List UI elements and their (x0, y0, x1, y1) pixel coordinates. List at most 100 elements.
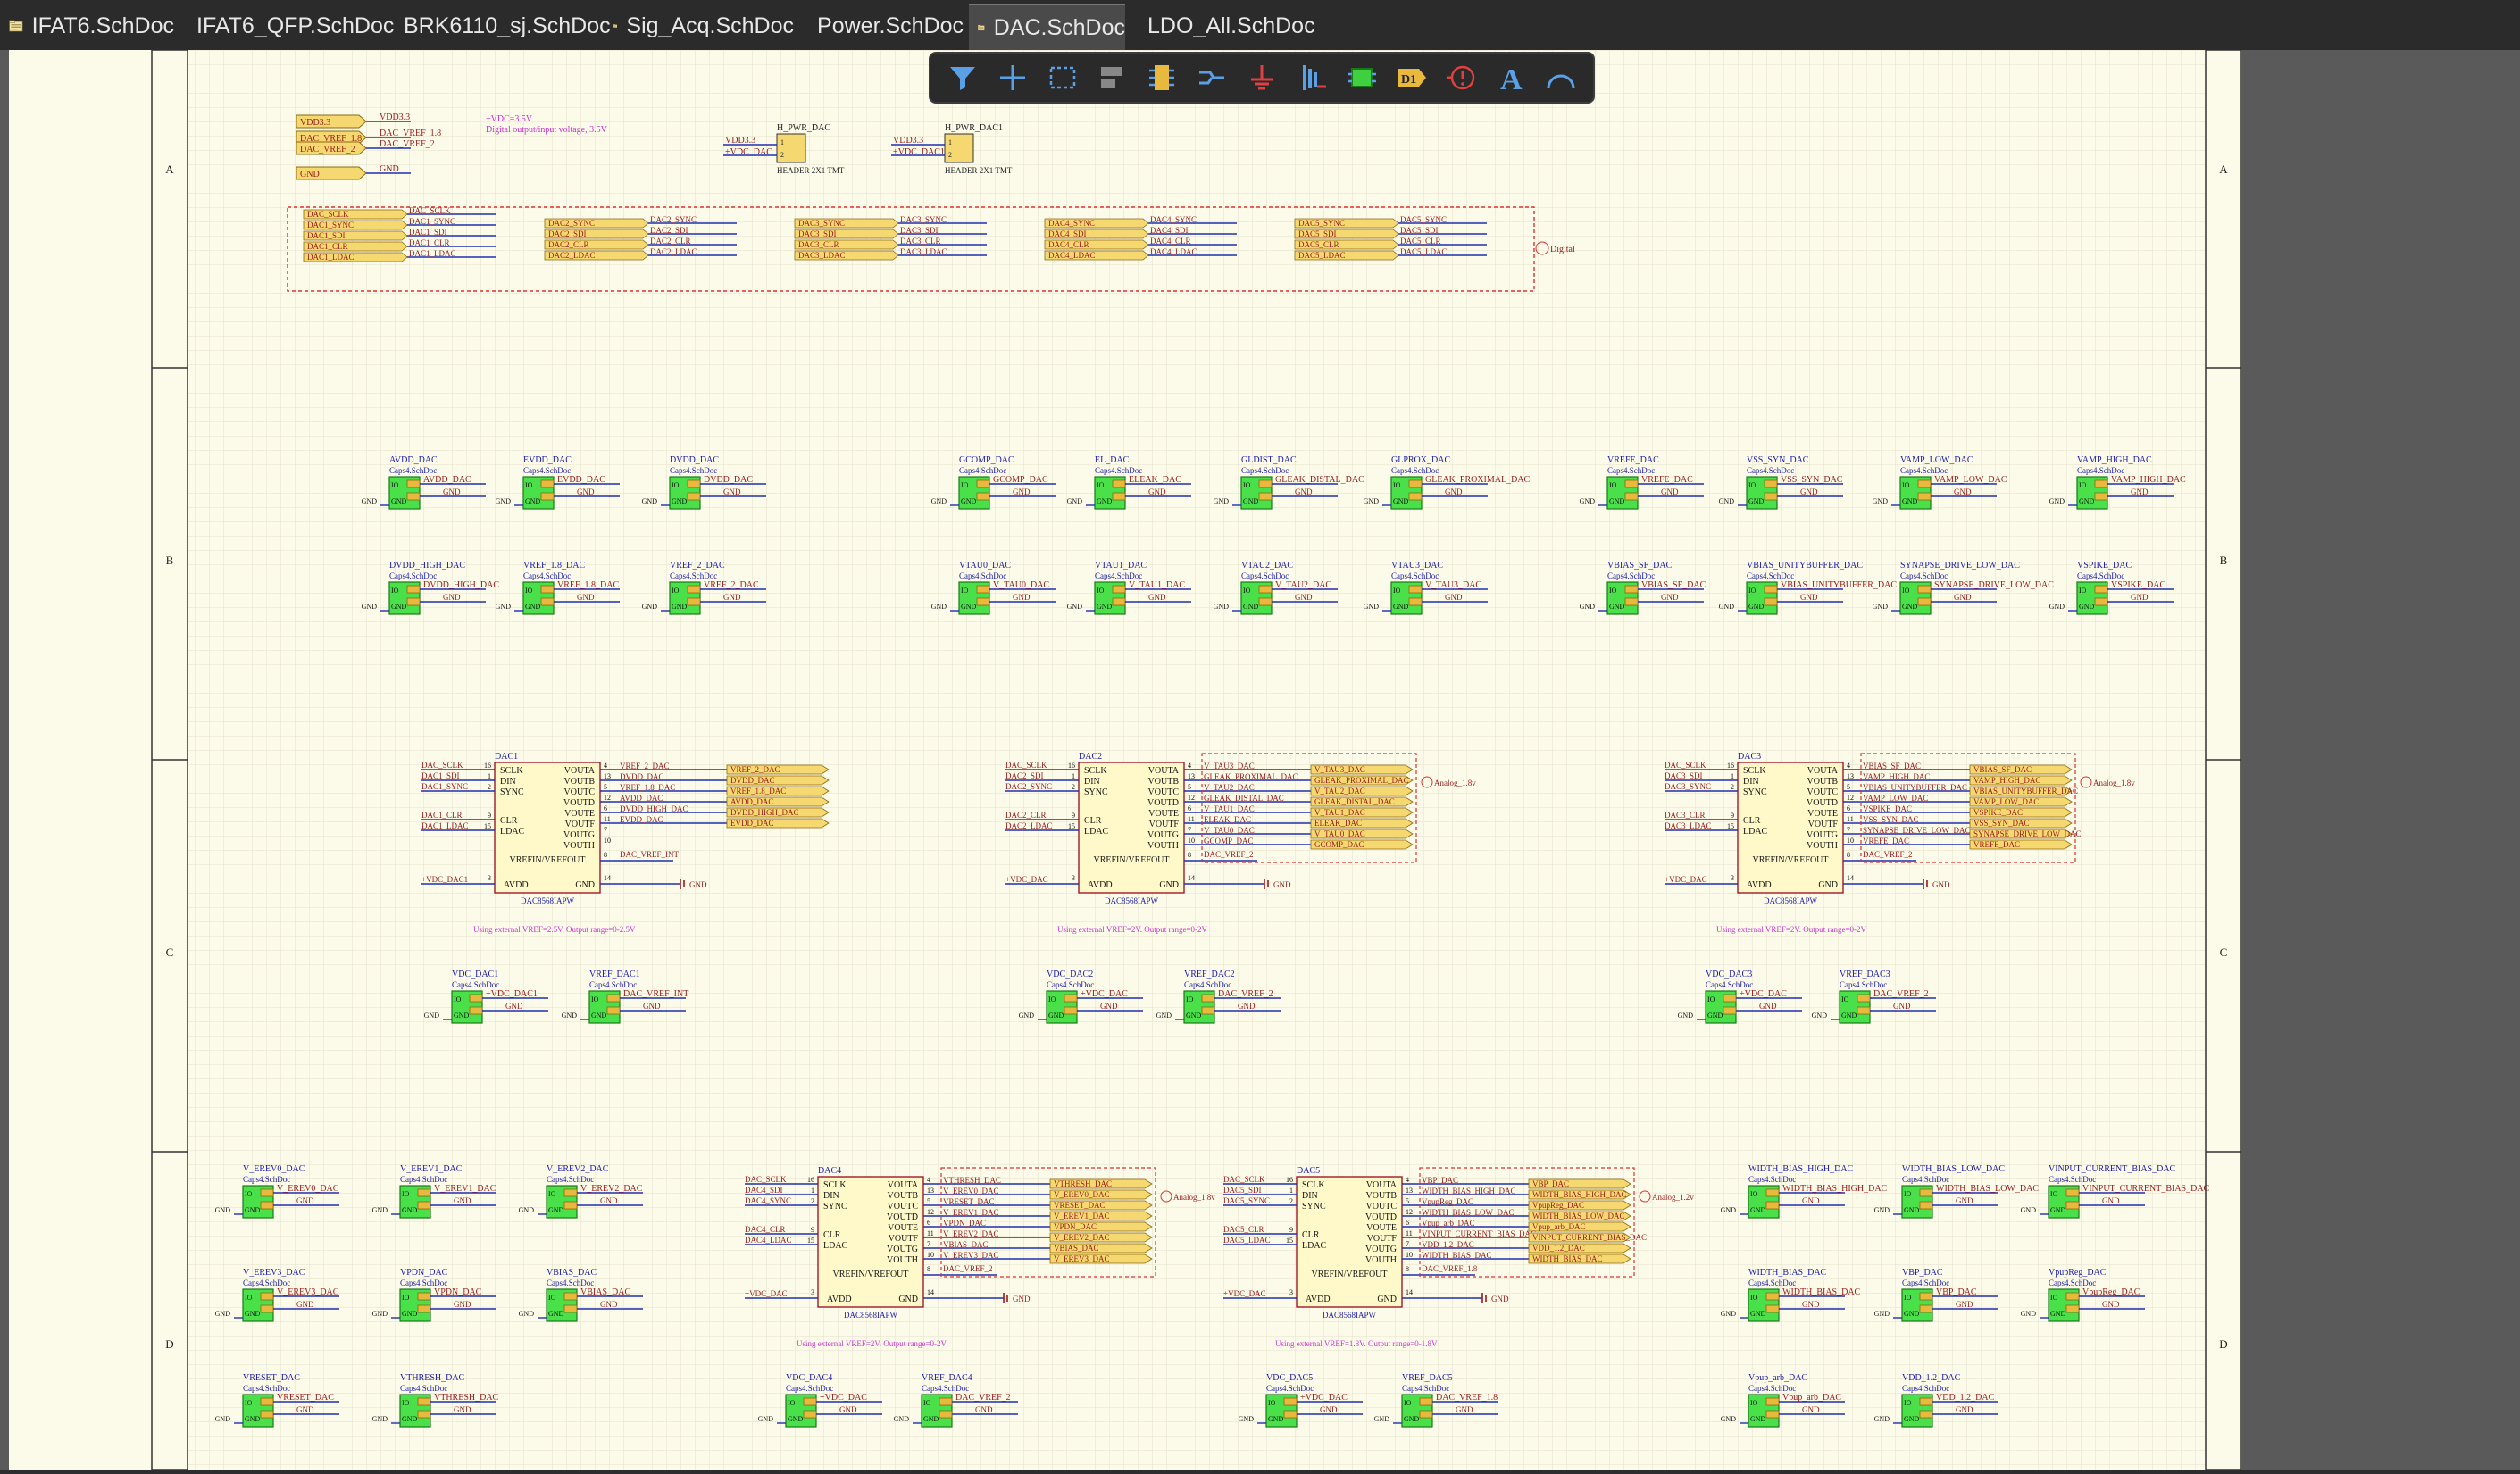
pin-label: GND (1721, 1415, 1737, 1423)
pin-number: 12 (1406, 1208, 1413, 1216)
net-label: V_EREV1_DAC (434, 1184, 496, 1194)
pin-label: GND (215, 1415, 231, 1423)
select-rect-button[interactable] (1045, 60, 1081, 96)
cap-filename: Caps4.SchDoc (1900, 571, 1948, 580)
schematic-sheet[interactable]: AABBCCDDVDD3.3VDD3.3DAC_VREF_1.8DAC_VREF… (9, 50, 2509, 1470)
net-label: GND (723, 487, 741, 496)
port-label: DAC5_CLR (1298, 240, 1339, 249)
sheet-entry (407, 493, 420, 500)
cap-filename: Caps4.SchDoc (1748, 1175, 1796, 1184)
net-label: DAC1_CLR (409, 238, 450, 247)
pin-name: VOUTB (1366, 1191, 1398, 1201)
net-label: GND (1295, 593, 1313, 602)
filter-button[interactable] (945, 60, 980, 96)
net-label: V_EREV1_DAC (943, 1208, 999, 1217)
pin-number: 5 (1406, 1197, 1409, 1205)
port-label: VSPIKE_DAC (1973, 808, 2023, 817)
schematic-drawing: AABBCCDDVDD3.3VDD3.3DAC_VREF_1.8DAC_VREF… (9, 50, 2509, 1470)
pin-label: IO (1393, 481, 1401, 489)
port-label: V_EREV2_DAC (1054, 1233, 1110, 1242)
crosshair-button[interactable] (995, 60, 1031, 96)
svg-text:A: A (1500, 63, 1523, 96)
component-button[interactable] (1144, 60, 1180, 96)
port-label: VSS_SYN_DAC (1973, 819, 2030, 828)
net-label: DVDD_DAC (704, 475, 753, 485)
text-button[interactable]: A (1493, 60, 1529, 96)
arc-button[interactable] (1543, 60, 1579, 96)
wire-button[interactable] (1194, 60, 1230, 96)
port-label: GLEAK_PROXIMAL_DAC (1314, 776, 1409, 785)
cap-designator: VINPUT_CURRENT_BIAS_DAC (2049, 1164, 2176, 1174)
port-button[interactable] (1443, 60, 1479, 96)
tab-power-schdoc[interactable]: Power.SchDoc (799, 4, 964, 48)
net-label: DAC_VREF_2 (380, 139, 435, 149)
pin-number: 12 (927, 1208, 934, 1216)
net-label: +VDC_DAC (1300, 1393, 1348, 1403)
align-button[interactable] (1094, 60, 1130, 96)
cap-designator: VREF_1.8_DAC (523, 561, 586, 570)
cap-designator: VREF_DAC3 (1840, 970, 1890, 979)
net-label: DAC3_SYNC (1665, 782, 1711, 791)
tab-ifat6-schdoc[interactable]: IFAT6.SchDoc (0, 4, 174, 48)
net-label: GND (1013, 487, 1031, 496)
sheet-entry (1202, 995, 1214, 1002)
pin-label: IO (2050, 1190, 2058, 1198)
pin-number: 15 (807, 1237, 814, 1245)
pin-number: 6 (1847, 804, 1850, 812)
group-label: Analog_1.2v (1652, 1193, 1694, 1202)
pin-number: 4 (1847, 762, 1850, 770)
sheet-entry (1409, 493, 1422, 500)
tab-brk6110-sj-schdoc[interactable]: BRK6110_sj.SchDoc (386, 4, 600, 48)
pin-label: GND (362, 603, 378, 611)
pin-name: AVDD (1306, 1295, 1331, 1304)
tab-ifat6-qfp-schdoc[interactable]: IFAT6_QFP.SchDoc (179, 4, 384, 48)
port-icon (1443, 60, 1479, 96)
net-label: GND (1491, 1295, 1509, 1303)
net-label: VBIAS_DAC (943, 1240, 989, 1249)
sheet-entry (1113, 598, 1125, 605)
pin-label: IO (548, 1190, 556, 1198)
net-label: DAC3_SDI (900, 226, 939, 235)
pin-label: IO (1186, 995, 1194, 1003)
tab-ldo-all-schdoc[interactable]: LDO_All.SchDoc (1130, 4, 1308, 48)
pin-label: IO (1750, 1399, 1758, 1407)
net-label-button[interactable]: D1 (1394, 60, 1430, 96)
cap-filename: Caps4.SchDoc (1840, 980, 1887, 989)
tab-sig-acq-schdoc[interactable]: Sig_Acq.SchDoc (605, 4, 794, 48)
net-label: GND (689, 880, 707, 889)
tab-dac-schdoc[interactable]: DAC.SchDoc (969, 4, 1125, 50)
cap-filename: Caps4.SchDoc (523, 466, 571, 475)
ground-button[interactable] (1244, 60, 1280, 96)
pin-label: IO (1707, 995, 1715, 1003)
port-label: VBIAS_DAC (1054, 1244, 1099, 1253)
pin-label: IO (1609, 481, 1617, 489)
port-label: DAC5_SDI (1298, 229, 1337, 238)
pin-label: IO (1048, 995, 1056, 1003)
net-label: DVDD_HIGH_DAC (423, 580, 499, 590)
schematic-canvas[interactable]: AABBCCDDVDD3.3VDD3.3DAC_VREF_1.8DAC_VREF… (0, 50, 2520, 1470)
net-label: GND (443, 487, 461, 496)
net-label: DAC4_SYNC (745, 1196, 791, 1205)
cap-designator: VREF_DAC5 (1402, 1373, 1453, 1383)
net-label: V_EREV0_DAC (943, 1187, 999, 1195)
net-label: VAMP_HIGH_DAC (1863, 772, 1930, 781)
pin-name: SYNC (823, 1202, 847, 1212)
pin-name: SCLK (1743, 766, 1766, 776)
cap-designator: GLDIST_DAC (1241, 455, 1297, 465)
port-label: SYNAPSE_DRIVE_LOW_DAC (1973, 829, 2082, 838)
pin-label: GND (1364, 497, 1380, 505)
pin-label: GND (961, 497, 977, 505)
net-label: WIDTH_BIAS_HIGH_DAC (1422, 1187, 1516, 1195)
sheet-entry (1420, 1411, 1432, 1418)
sheet-symbol-button[interactable] (1344, 60, 1380, 96)
port-label: DAC4_SYNC (1048, 219, 1095, 228)
pin-name: DIN (500, 777, 516, 787)
pin-number: 11 (1847, 815, 1854, 823)
bus-button[interactable] (1294, 60, 1330, 96)
sheet-entry (261, 1398, 273, 1405)
pin-label: GND (424, 1012, 440, 1020)
sheet-entry (261, 1202, 273, 1209)
tab-label: DAC.SchDoc (994, 15, 1125, 41)
net-label: DAC3_LDAC (1665, 821, 1712, 830)
port-label: Vpup_arb_DAC (1532, 1222, 1586, 1231)
